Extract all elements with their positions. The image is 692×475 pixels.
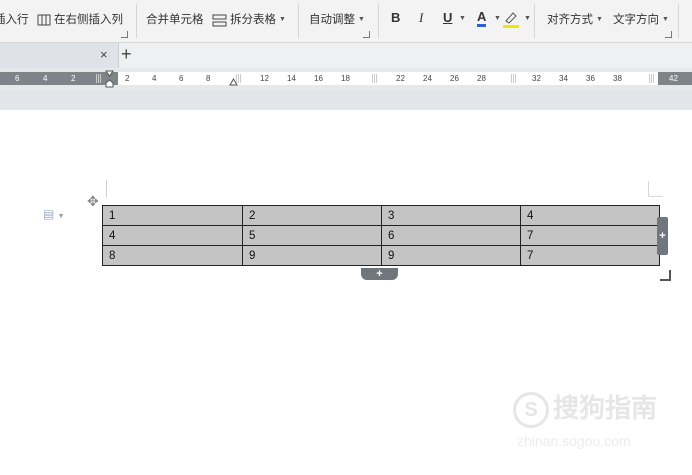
indent-marker-icon[interactable] xyxy=(105,70,114,88)
ruler-number: 2 xyxy=(125,74,130,83)
split-table-label: 拆分表格 xyxy=(230,14,276,26)
ruler-number: 12 xyxy=(260,74,269,83)
merge-cells-label: 合并单元格 xyxy=(146,14,204,26)
table-row: 8 9 9 7 xyxy=(102,245,660,266)
ruler-number: 4 xyxy=(152,74,157,83)
add-column-button[interactable]: + xyxy=(657,217,668,255)
dialog-launcher-icon[interactable] xyxy=(363,31,370,38)
table-cell[interactable]: 9 xyxy=(381,245,521,266)
ruler-number: 36 xyxy=(586,74,595,83)
merge-cells-button[interactable]: 合并单元格 xyxy=(146,11,204,29)
insert-right-col-button[interactable]: 在右侧插入列 xyxy=(37,11,123,29)
text-direction-label: 文字方向 xyxy=(613,14,659,26)
page-corner-mark xyxy=(648,181,663,197)
highlight-icon[interactable] xyxy=(503,10,519,28)
chevron-down-icon: ▼ xyxy=(662,16,669,23)
ruler-number: 26 xyxy=(450,74,459,83)
close-icon[interactable]: × xyxy=(100,47,108,62)
watermark-url: zhinan.sogou.com xyxy=(517,433,631,449)
table-row: 1 2 3 4 xyxy=(102,205,660,226)
ruler-number: 32 xyxy=(532,74,541,83)
table-cell[interactable]: 4 xyxy=(520,205,660,226)
underline-button[interactable]: U xyxy=(443,10,452,25)
font-color-button[interactable]: A xyxy=(477,10,487,27)
column-marker[interactable] xyxy=(649,74,655,83)
table-cell[interactable]: 8 xyxy=(102,245,243,266)
chevron-down-icon: ▼ xyxy=(358,16,365,23)
ruler-number: 2 xyxy=(71,74,76,83)
table-cell[interactable]: 5 xyxy=(242,225,382,246)
chevron-down-icon[interactable]: ▼ xyxy=(459,15,466,22)
auto-adjust-button[interactable]: 自动调整 ▼ xyxy=(309,11,365,29)
watermark-brand-text: 搜狗指南 xyxy=(553,393,658,423)
chevron-down-icon[interactable]: ▼ xyxy=(494,15,501,22)
split-table-button[interactable]: 拆分表格 ▼ xyxy=(212,11,286,29)
column-marker[interactable] xyxy=(511,74,517,83)
chevron-down-icon: ▼ xyxy=(279,16,286,23)
horizontal-ruler: 6 4 2 2 4 6 8 12 14 16 18 22 24 26 28 32… xyxy=(0,68,692,90)
watermark-logo-icon: S xyxy=(513,392,549,429)
ruler-number: 6 xyxy=(15,74,20,83)
table-cell[interactable]: 7 xyxy=(520,225,660,246)
column-marker[interactable] xyxy=(372,74,378,83)
dialog-launcher-icon[interactable] xyxy=(665,31,672,38)
document-tab[interactable]: × xyxy=(0,43,119,68)
table-cell[interactable]: 9 xyxy=(242,245,382,266)
insert-right-col-label: 在右侧插入列 xyxy=(54,14,123,26)
ruler-number: 14 xyxy=(287,74,296,83)
ruler-number: 24 xyxy=(423,74,432,83)
paragraph-icon[interactable]: ▤ ▼ xyxy=(43,207,65,221)
dialog-launcher-icon[interactable] xyxy=(121,31,128,38)
ruler-number: 8 xyxy=(206,74,211,83)
table-cell[interactable]: 6 xyxy=(381,225,521,246)
ruler-number: 16 xyxy=(314,74,323,83)
table-cell[interactable]: 1 xyxy=(102,205,243,226)
ruler-text-area xyxy=(118,72,658,85)
align-button[interactable]: 对齐方式 ▼ xyxy=(547,11,603,29)
column-marker[interactable] xyxy=(96,74,102,83)
page-top-margin xyxy=(0,90,692,110)
table-resize-handle-icon[interactable] xyxy=(660,270,671,281)
bold-button[interactable]: B xyxy=(391,10,400,25)
table-cell[interactable]: 4 xyxy=(102,225,243,246)
right-indent-marker-icon[interactable] xyxy=(229,78,238,86)
watermark-brand: S 搜狗指南 xyxy=(513,388,658,429)
chevron-down-icon[interactable]: ▼ xyxy=(524,15,531,22)
ruler-number: 38 xyxy=(613,74,622,83)
table-cell[interactable]: 7 xyxy=(520,245,660,266)
ruler-number: 4 xyxy=(43,74,48,83)
ruler-number: 18 xyxy=(341,74,350,83)
chevron-down-icon: ▼ xyxy=(596,16,603,23)
document-tab-bar: × + xyxy=(0,43,692,68)
ruler-number: 42 xyxy=(669,74,678,83)
ruler-number: 28 xyxy=(477,74,486,83)
new-tab-button[interactable]: + xyxy=(121,44,132,65)
auto-adjust-label: 自动调整 xyxy=(309,14,355,26)
document-table[interactable]: 1 2 3 4 4 5 6 7 8 9 9 7 xyxy=(102,205,660,266)
insert-row-button[interactable]: 插入行 xyxy=(0,11,29,29)
table-row: 4 5 6 7 xyxy=(102,225,660,246)
table-move-handle-icon[interactable]: ✥ xyxy=(87,193,99,210)
ruler-number: 22 xyxy=(396,74,405,83)
text-direction-button[interactable]: 文字方向 ▼ xyxy=(613,11,669,29)
ruler-number: 34 xyxy=(559,74,568,83)
ribbon-toolbar: 插入行 在右侧插入列 合并单元格 拆分表格 ▼ 自动调整 ▼ B I U ▼ A… xyxy=(0,0,692,43)
italic-button[interactable]: I xyxy=(419,10,423,26)
align-label: 对齐方式 xyxy=(547,14,593,26)
ruler-number: 6 xyxy=(179,74,184,83)
add-row-button[interactable]: + xyxy=(361,268,398,280)
table-cell[interactable]: 2 xyxy=(242,205,382,226)
insert-column-icon xyxy=(37,14,51,26)
table-cell[interactable]: 3 xyxy=(381,205,521,226)
split-table-icon xyxy=(212,14,227,26)
insert-row-label: 插入行 xyxy=(0,14,29,26)
